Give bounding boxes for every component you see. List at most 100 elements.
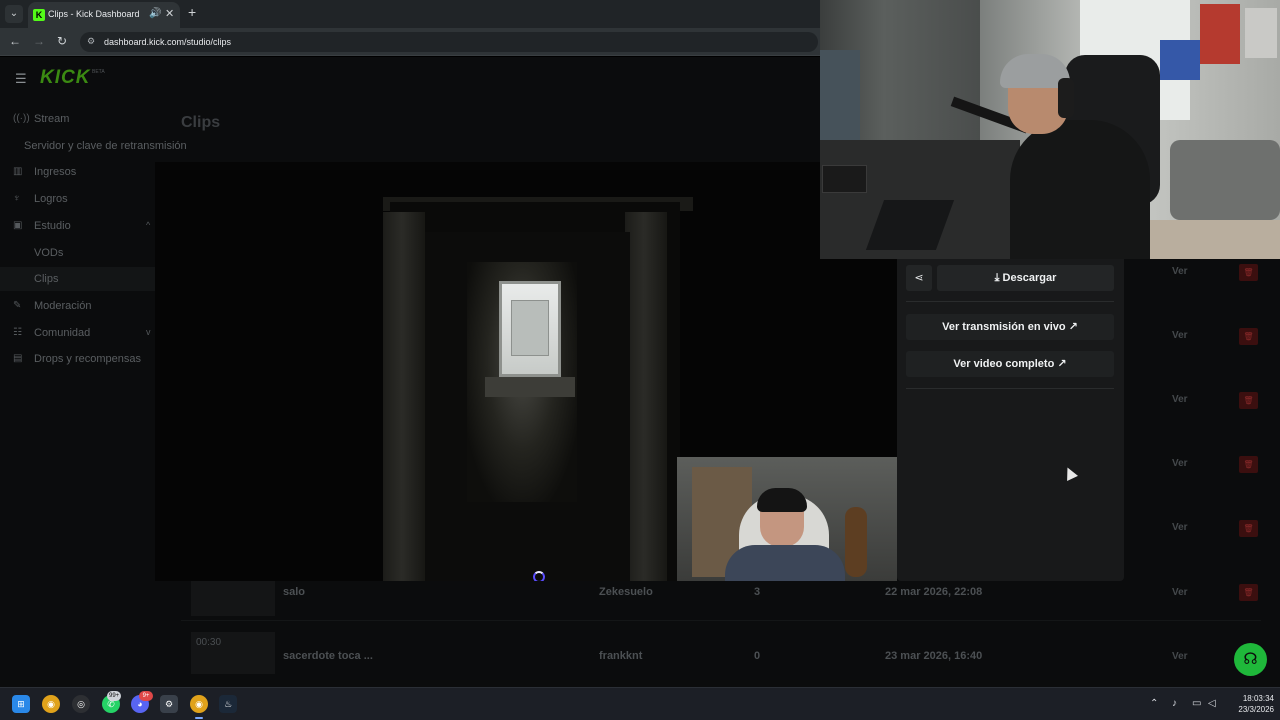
system-clock[interactable]: 18:03:34 23/3/2026 (1226, 693, 1274, 715)
close-icon[interactable]: ✕ (165, 7, 174, 20)
address-bar: ← → ↻ ⚙ dashboard.kick.com/studio/clips (0, 28, 820, 56)
clip-actions-panel (897, 259, 1124, 581)
trash-icon[interactable]: 🗑 (1239, 584, 1258, 601)
chrome-icon[interactable]: ◉ (42, 695, 60, 713)
back-icon[interactable]: ← (9, 34, 21, 48)
webcam-overlay (820, 0, 1280, 259)
community-icon: ☷ (13, 327, 22, 338)
sidebar-item-logros[interactable]: ♆ Logros (0, 187, 158, 211)
discord-badge: 9+ (139, 691, 153, 701)
browser-tab[interactable]: K Clips - Kick Dashboard 🔊 ✕ (28, 2, 180, 28)
chevron-up-icon: ^ (146, 220, 151, 230)
chrome-active-icon[interactable]: ◉ (190, 695, 208, 713)
trash-icon[interactable]: 🗑 (1239, 328, 1258, 345)
chevron-up-icon[interactable]: ⌃ (1150, 698, 1158, 709)
view-full-video-button[interactable]: Ver video completo ↗ (906, 351, 1114, 377)
view-button[interactable]: Ver (1172, 394, 1188, 405)
volume-icon[interactable]: ◁ (1208, 698, 1216, 709)
page-title: Clips (181, 114, 221, 131)
beta-badge: BETA (92, 69, 105, 75)
clip-creator: Zekesuelo (599, 586, 653, 598)
sidebar-item-label: Drops y recompensas (34, 353, 141, 365)
menu-icon[interactable]: ☰ (15, 71, 27, 87)
clip-title[interactable]: sacerdote toca ... (283, 650, 373, 662)
sidebar-item-clips[interactable]: Clips (0, 267, 158, 291)
webcam-floor (1140, 220, 1280, 259)
audio-icon[interactable]: 🔊 (149, 8, 161, 19)
sidebar-item-ingresos[interactable]: ▥ Ingresos (0, 160, 158, 184)
gift-icon: ▤ (13, 353, 23, 364)
clip-views: 3 (754, 586, 761, 598)
sidebar-item-moderacion[interactable]: ✎ Moderación (0, 294, 158, 318)
microphone-icon[interactable]: ♪ (1172, 698, 1177, 709)
webcam-sofa (1170, 140, 1280, 220)
view-button[interactable]: Ver (1172, 458, 1188, 469)
reload-icon[interactable]: ↻ (57, 34, 67, 48)
chevron-down-icon: v (146, 327, 151, 337)
view-button[interactable]: Ver (1172, 330, 1188, 341)
display-icon[interactable]: ▭ (1192, 698, 1201, 709)
external-link-icon: ↗ (1057, 358, 1067, 370)
kick-logo[interactable]: KICK (40, 67, 90, 89)
taskbar: ⊞ ◉ ◎ ✆ 99+ ◕ 9+ ⚙ ◉ ♨ ⌃ ♪ ▭ ◁ 18:03:34 … (0, 687, 1280, 720)
chart-icon: ▥ (13, 166, 23, 177)
sidebar-item-comunidad[interactable]: ☷ Comunidad v (0, 321, 158, 345)
external-link-icon: ↗ (1068, 321, 1078, 333)
webcam-controller (822, 165, 867, 193)
forward-icon[interactable]: → (33, 34, 45, 48)
sidebar-item-stream[interactable]: ((·)) Stream (0, 107, 158, 131)
tab-list-icon[interactable]: ⌄ (5, 5, 23, 23)
clip-duration: 00:30 (196, 637, 222, 648)
url-text: dashboard.kick.com/studio/clips (104, 37, 232, 47)
help-chat-icon[interactable]: ☊ (1234, 643, 1267, 676)
view-button[interactable]: Ver (1172, 522, 1188, 533)
download-button[interactable]: ⤓ Descargar (937, 265, 1114, 291)
windows-start-icon[interactable]: ⊞ (12, 695, 30, 713)
facecam-person-hair (757, 488, 807, 512)
trash-icon[interactable]: 🗑 (1239, 392, 1258, 409)
steam-icon[interactable]: ♨ (219, 695, 237, 713)
plus-icon[interactable]: + (188, 4, 196, 20)
sidebar-item-stream-key[interactable]: Servidor y clave de retransmisión (0, 134, 187, 158)
clip-date: 22 mar 2026, 22:08 (885, 586, 983, 598)
view-live-button[interactable]: Ver transmisión en vivo ↗ (906, 314, 1114, 340)
view-button[interactable]: Ver (1172, 651, 1188, 662)
trash-icon[interactable]: 🗑 (1239, 456, 1258, 473)
sidebar-item-label: Clips (34, 273, 59, 285)
sidebar-item-estudio[interactable]: ▣ Estudio ^ (0, 214, 158, 238)
download-label: Descargar (1002, 272, 1057, 284)
sidebar-item-vods[interactable]: VODs (0, 241, 158, 265)
obs-icon[interactable]: ◎ (72, 695, 90, 713)
streamer-facecam (677, 457, 897, 581)
view-button[interactable]: Ver (1172, 587, 1188, 598)
trash-icon[interactable]: 🗑 (1239, 520, 1258, 537)
clock-time: 18:03:34 (1242, 694, 1274, 703)
sidebar-item-label: Servidor y clave de retransmisión (24, 140, 187, 152)
sidebar-item-label: Stream (34, 113, 70, 125)
url-field[interactable]: ⚙ dashboard.kick.com/studio/clips (80, 32, 818, 52)
scene-pillar (383, 212, 425, 581)
whatsapp-badge: 99+ (107, 691, 122, 701)
clip-title[interactable]: salo (283, 586, 305, 598)
sidebar-item-label: Comunidad (34, 327, 91, 339)
studio-icon: ▣ (13, 220, 23, 231)
kick-favicon-icon: K (33, 9, 45, 21)
clip-views: 0 (754, 650, 761, 662)
facecam-person-body (725, 545, 845, 581)
view-full-video-label: Ver video completo (953, 358, 1055, 370)
settings-icon[interactable]: ⚙ (160, 695, 178, 713)
trash-icon[interactable]: 🗑 (1239, 264, 1258, 281)
site-info-icon[interactable]: ⚙ (87, 36, 95, 47)
share-icon[interactable]: ⋖ (906, 265, 932, 291)
tab-title: Clips - Kick Dashboard (48, 9, 140, 19)
row-divider (181, 620, 1261, 621)
sidebar-item-drops[interactable]: ▤ Drops y recompensas (0, 347, 158, 371)
sidebar-item-label: Logros (34, 193, 68, 205)
view-button[interactable]: Ver (1172, 266, 1188, 277)
clock-date: 23/3/2026 (1238, 705, 1274, 714)
active-app-indicator (195, 717, 203, 719)
view-live-label: Ver transmisión en vivo (942, 321, 1066, 333)
broadcast-icon: ((·)) (13, 113, 30, 124)
clip-date: 23 mar 2026, 16:40 (885, 650, 983, 662)
browser-tabbar: ⌄ K Clips - Kick Dashboard 🔊 ✕ + (0, 0, 820, 28)
